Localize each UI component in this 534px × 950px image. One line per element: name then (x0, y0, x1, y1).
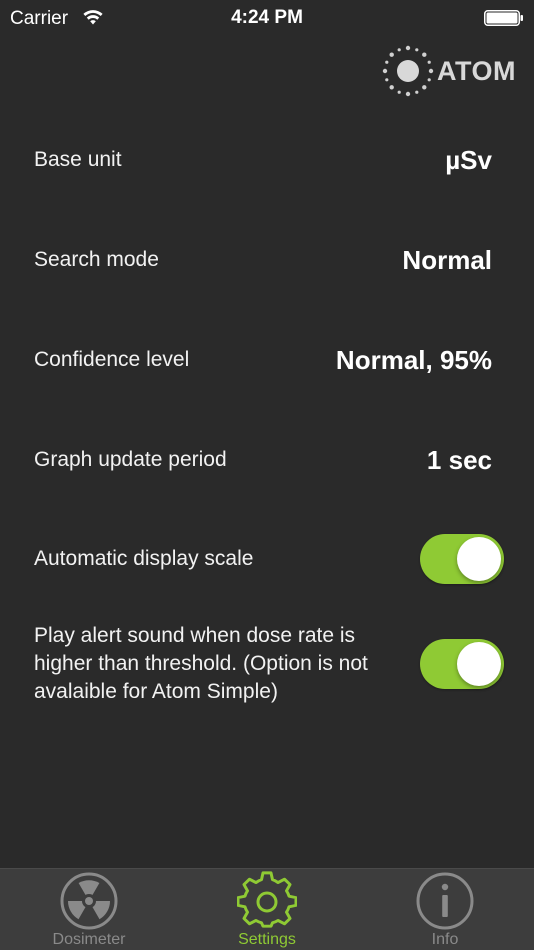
settings-screen: Carrier 4:24 PM ATOM Base unit µSv Searc… (0, 0, 534, 950)
logo-text: ATOM (437, 55, 516, 86)
automatic-display-scale-toggle[interactable] (420, 534, 504, 584)
status-bar: Carrier 4:24 PM (0, 0, 534, 38)
status-time: 4:24 PM (231, 7, 303, 28)
graph-update-period-label: Graph update period (34, 448, 227, 471)
setting-base-unit[interactable]: Base unit µSv (34, 142, 504, 178)
play-alert-sound-label: Play alert sound when dose rate is highe… (34, 624, 368, 703)
gear-icon (237, 871, 297, 928)
tab-dosimeter[interactable]: Dosimeter (0, 869, 178, 950)
setting-graph-update-period[interactable]: Graph update period 1 sec (34, 442, 504, 478)
confidence-level-value[interactable]: Normal, 95% (336, 345, 504, 376)
search-mode-label: Search mode (34, 248, 159, 271)
atom-logo-icon (382, 45, 434, 97)
tab-label-info: Info (431, 931, 459, 948)
automatic-display-scale-label: Automatic display scale (34, 547, 254, 570)
base-unit-value[interactable]: µSv (445, 145, 504, 176)
play-alert-sound-toggle[interactable] (420, 639, 504, 689)
setting-search-mode[interactable]: Search mode Normal (34, 242, 504, 278)
toggle-knob (457, 642, 501, 686)
tab-bar: Dosimeter Settings Info (0, 868, 534, 950)
setting-automatic-display-scale: Automatic display scale (34, 533, 504, 585)
graph-update-period-value[interactable]: 1 sec (427, 445, 504, 476)
tab-info[interactable]: Info (356, 869, 534, 950)
info-icon (416, 872, 474, 930)
confidence-level-label: Confidence level (34, 348, 190, 371)
base-unit-label: Base unit (34, 148, 122, 171)
radiation-icon (60, 872, 118, 930)
tab-label-dosimeter: Dosimeter (52, 931, 126, 948)
toggle-knob (457, 537, 501, 581)
setting-play-alert-sound: Play alert sound when dose rate is highe… (34, 622, 504, 706)
battery-icon (484, 10, 523, 26)
tab-label-settings: Settings (238, 931, 296, 948)
atom-logo: ATOM (379, 42, 516, 100)
search-mode-value[interactable]: Normal (402, 245, 504, 276)
setting-confidence-level[interactable]: Confidence level Normal, 95% (34, 342, 504, 378)
tab-settings[interactable]: Settings (178, 869, 356, 950)
